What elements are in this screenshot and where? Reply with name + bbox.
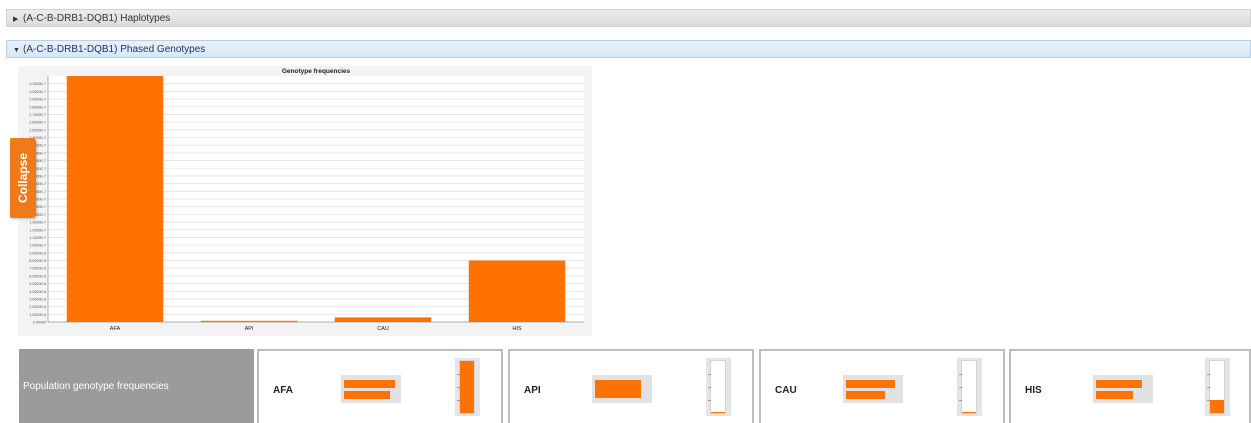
bar-his: [468, 260, 566, 322]
x-tick-label: AFA: [110, 326, 121, 332]
collapse-button[interactable]: Collapse: [10, 138, 36, 218]
y-tick-label: 8.0000E-8: [29, 259, 46, 263]
y-tick-label: 2.6000E-7: [29, 121, 46, 125]
collapse-arrow-icon: ▼: [13, 47, 20, 54]
chart-title: Genotype frequencies: [282, 68, 351, 75]
y-tick-label: 3.0000E-8: [29, 297, 46, 301]
mini-tick: [959, 374, 962, 375]
panel-title: (A-C-B-DRB1-DQB1) Haplotypes: [23, 13, 171, 24]
mini-tick: [959, 387, 962, 388]
mini-bar: [344, 380, 396, 388]
y-tick-label: 2.7000E-7: [29, 113, 46, 117]
phased-genotypes-panel-header[interactable]: ▼ (A-C-B-DRB1-DQB1) Phased Genotypes: [6, 40, 1251, 58]
population-name: CAU: [775, 385, 797, 396]
population-label-text: Population genotype frequencies: [23, 380, 169, 392]
y-tick-label: 6.0000E-8: [29, 274, 46, 278]
mini-bar: [595, 380, 641, 398]
haplotypes-panel-header[interactable]: ▶ (A-C-B-DRB1-DQB1) Haplotypes: [6, 9, 1251, 27]
mini-tick: [708, 374, 711, 375]
y-tick-label: 1.0000E-8: [29, 313, 46, 317]
y-tick-label: 5.0000E-8: [29, 282, 46, 286]
mini-bar: [1096, 380, 1142, 388]
y-tick-label: 2.8000E-7: [29, 105, 46, 109]
y-tick-label: 1.3000E-7: [29, 221, 46, 225]
y-tick-label: 2.9000E-7: [29, 98, 46, 102]
expand-arrow-icon: ▶: [13, 16, 19, 23]
y-tick-label: 2.0000E-8: [29, 305, 46, 309]
y-tick-label: 3.1000E-7: [29, 82, 46, 86]
mini-column: [962, 411, 976, 413]
x-tick-label: CAU: [377, 326, 389, 332]
mini-horizontal-bar-chart: [592, 375, 652, 403]
mini-horizontal-bar-chart: [341, 375, 401, 403]
mini-column-frame: [708, 360, 726, 414]
population-card-api[interactable]: API: [508, 349, 754, 423]
y-tick-label: 3.0000E-7: [29, 90, 46, 94]
mini-horizontal-bar-chart: [843, 375, 903, 403]
mini-bar: [1096, 391, 1133, 399]
population-name: HIS: [1025, 385, 1042, 396]
mini-bar: [846, 380, 895, 388]
mini-tick: [1207, 387, 1210, 388]
population-frequencies-label: Population genotype frequencies: [19, 349, 254, 423]
collapse-label: Collapse: [16, 152, 30, 204]
mini-column: [1210, 400, 1224, 413]
panel-title: (A-C-B-DRB1-DQB1) Phased Genotypes: [23, 44, 206, 55]
y-tick-label: 7.0000E-8: [29, 267, 46, 271]
mini-vertical-bar-chart: [957, 358, 982, 416]
mini-tick: [959, 400, 962, 401]
mini-column-frame: [959, 360, 977, 414]
bar-afa: [66, 76, 164, 322]
y-tick-label: 9.0000E-8: [29, 251, 46, 255]
mini-tick: [708, 387, 711, 388]
mini-bar: [344, 391, 390, 399]
y-tick-label: 1.2000E-7: [29, 228, 46, 232]
x-tick-label: HIS: [512, 326, 522, 332]
mini-tick: [1207, 374, 1210, 375]
y-tick-label: 0.00000: [33, 321, 46, 325]
mini-column: [460, 361, 474, 413]
mini-horizontal-bar-chart: [1093, 375, 1153, 403]
population-card-afa[interactable]: AFA: [257, 349, 503, 423]
bar-api: [200, 320, 298, 322]
population-card-his[interactable]: HIS: [1009, 349, 1251, 423]
mini-column: [711, 412, 725, 413]
mini-column-frame: [1207, 360, 1225, 414]
mini-bar: [846, 391, 885, 399]
chart-svg: Genotype frequencies 0.00000 1.0000E-8 2.00…: [29, 68, 584, 332]
mini-vertical-bar-chart: [455, 358, 480, 416]
y-tick-label: 4.0000E-8: [29, 290, 46, 294]
y-tick-label: 1.0000E-7: [29, 244, 46, 248]
population-name: API: [524, 385, 541, 396]
mini-vertical-bar-chart: [706, 358, 731, 416]
population-name: AFA: [273, 385, 293, 396]
y-tick-label: 1.1000E-7: [29, 236, 46, 240]
genotype-frequency-chart: Genotype frequencies 0.00000 1.0000E-8 2.00…: [18, 66, 592, 336]
x-tick-label: API: [245, 326, 254, 332]
mini-vertical-bar-chart: [1205, 358, 1230, 416]
mini-tick: [708, 400, 711, 401]
mini-column-frame: [457, 360, 475, 414]
bar-cau: [334, 317, 432, 322]
y-tick-label: 2.5000E-7: [29, 128, 46, 132]
population-card-cau[interactable]: CAU: [759, 349, 1005, 423]
